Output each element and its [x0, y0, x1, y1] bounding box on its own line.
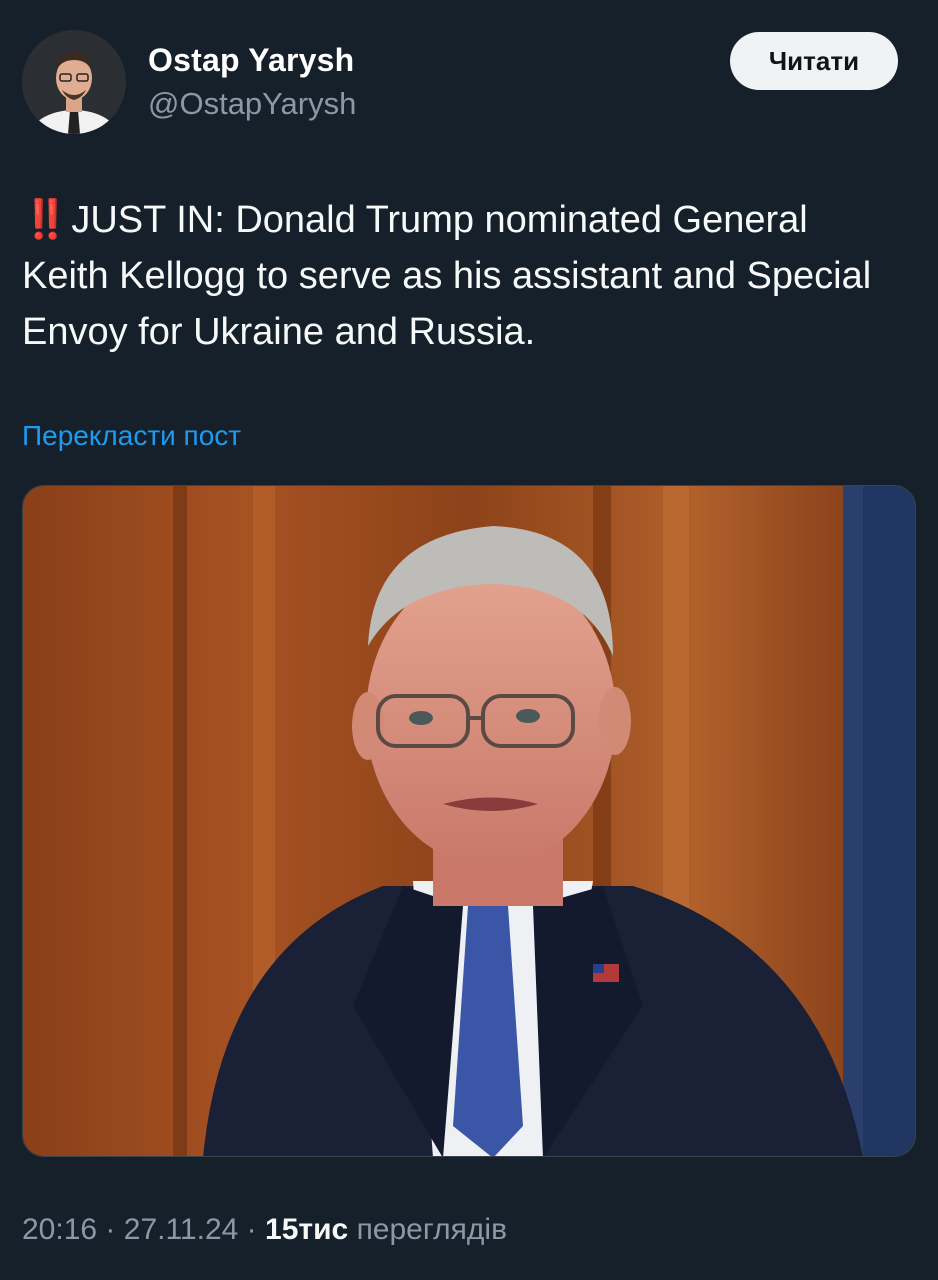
post-date[interactable]: 27.11.24: [124, 1213, 239, 1246]
meta-separator: ·: [246, 1213, 257, 1246]
post-meta: 20:16 · 27.11.24 · 15тис переглядів: [22, 1213, 507, 1247]
post-image[interactable]: [22, 485, 916, 1157]
post-body: JUST IN: Donald Trump nominated General …: [22, 199, 872, 353]
author-name[interactable]: Ostap Yarysh: [148, 42, 354, 79]
views-label: переглядів: [356, 1213, 508, 1246]
double-exclamation-icon: ‼️: [22, 199, 69, 241]
translate-post-link[interactable]: Перекласти пост: [22, 420, 241, 452]
meta-separator: ·: [105, 1213, 116, 1246]
post-text: ‼️ JUST IN: Donald Trump nominated Genera…: [22, 192, 902, 360]
avatar-image: [22, 30, 126, 134]
post-time[interactable]: 20:16: [22, 1213, 97, 1246]
avatar[interactable]: [22, 30, 126, 134]
follow-button[interactable]: Читати: [730, 32, 898, 90]
post-header: Ostap Yarysh @OstapYarysh Читати: [22, 30, 898, 140]
author-handle[interactable]: @OstapYarysh: [148, 86, 356, 122]
views-count[interactable]: 15тис: [265, 1213, 348, 1246]
photo-illustration: [23, 486, 915, 1156]
